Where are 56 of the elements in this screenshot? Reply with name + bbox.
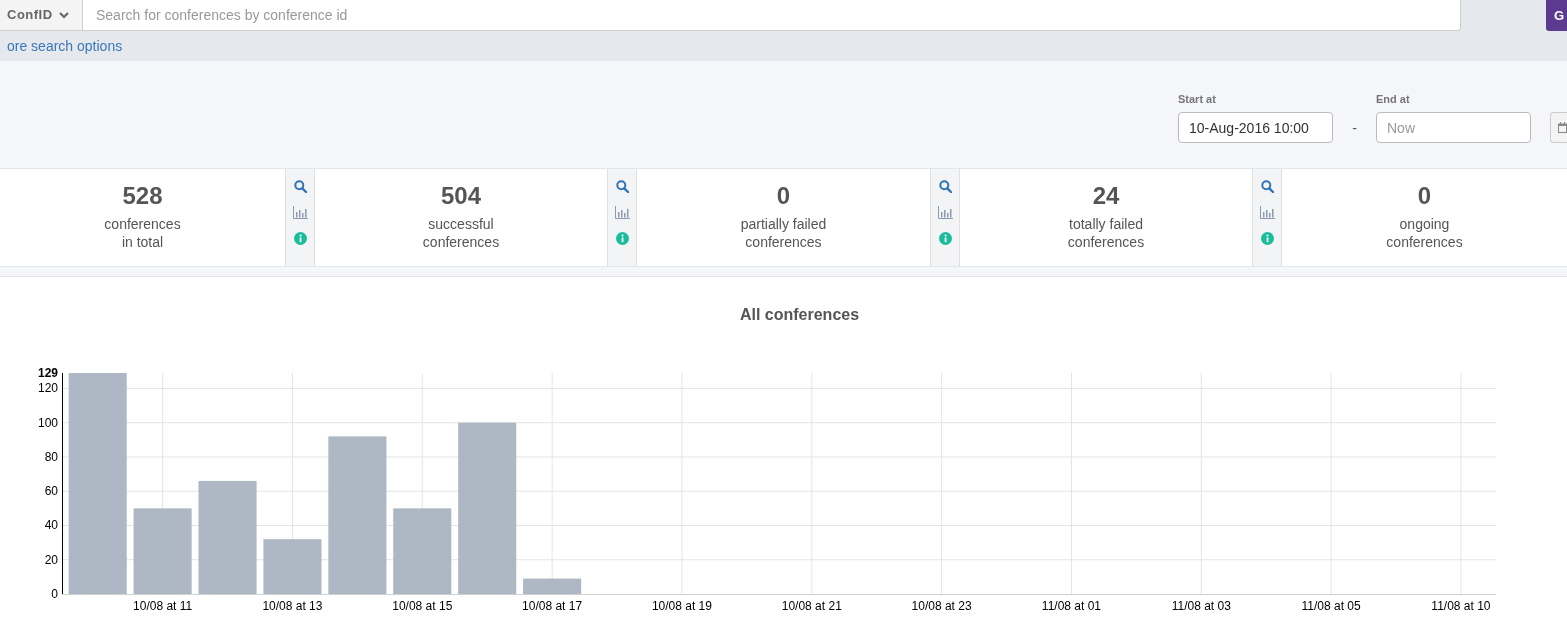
y-tick-label: 60 bbox=[44, 484, 58, 499]
y-tick-label: 120 bbox=[37, 381, 58, 396]
end-at-label: End at bbox=[1376, 93, 1410, 106]
x-tick-label: 11/08 at 01 bbox=[1041, 599, 1102, 613]
stat-value: 24 bbox=[1092, 182, 1120, 210]
search-icon[interactable] bbox=[293, 180, 307, 193]
y-tick-label: 80 bbox=[44, 449, 58, 464]
bar-chart-icon[interactable] bbox=[1259, 206, 1275, 219]
stat-value: 0 bbox=[776, 182, 791, 210]
date-separator: - bbox=[1352, 119, 1357, 136]
search-field[interactable]: Search for conferences by conference id bbox=[83, 0, 1461, 31]
search-icon[interactable] bbox=[1260, 180, 1274, 193]
stat-value: 528 bbox=[122, 182, 163, 210]
stat-value: 0 bbox=[1417, 182, 1432, 210]
end-date-field[interactable]: Now bbox=[1376, 112, 1531, 143]
x-tick-label: 10/08 at 13 bbox=[262, 599, 323, 613]
y-tick-label: 129 bbox=[37, 366, 58, 380]
bar-chart-icon[interactable] bbox=[292, 206, 308, 219]
x-tick-label: 11/08 at 05 bbox=[1301, 599, 1361, 613]
chevron-down-icon bbox=[58, 11, 69, 19]
bar bbox=[523, 578, 582, 594]
info-icon[interactable] bbox=[615, 232, 629, 245]
info-icon[interactable] bbox=[938, 232, 952, 245]
search-icon[interactable] bbox=[938, 180, 952, 193]
info-icon[interactable] bbox=[1260, 232, 1274, 245]
filter-dropdown[interactable]: ConfID bbox=[0, 0, 83, 31]
y-tick-label: 20 bbox=[44, 552, 58, 567]
bar-chart-icon[interactable] bbox=[614, 206, 630, 219]
x-tick-label: 11/08 at 10 bbox=[1431, 599, 1491, 613]
more-search-options-link[interactable]: ore search options bbox=[7, 37, 123, 55]
x-tick-label: 10/08 at 21 bbox=[781, 599, 842, 613]
x-tick-label: 10/08 at 23 bbox=[911, 599, 972, 613]
stat-value: 504 bbox=[440, 182, 481, 210]
y-tick-label: 40 bbox=[44, 518, 58, 533]
x-tick-label: 10/08 at 19 bbox=[651, 599, 712, 613]
calendar-button[interactable] bbox=[1550, 112, 1567, 143]
bar bbox=[263, 539, 322, 594]
calendar-icon bbox=[1558, 122, 1567, 133]
stat-label: successful conferences bbox=[422, 215, 500, 251]
stat-label: partially failed conferences bbox=[740, 215, 827, 251]
x-tick-label: 10/08 at 17 bbox=[522, 599, 583, 613]
x-tick-label: 11/08 at 03 bbox=[1171, 599, 1231, 613]
search-icon[interactable] bbox=[615, 180, 629, 193]
stat-label: totally failed conferences bbox=[1067, 215, 1145, 251]
start-date-field[interactable]: 10-Aug-2016 10:00 bbox=[1178, 112, 1333, 143]
stat-label: conferences in total bbox=[104, 215, 181, 251]
start-at-label: Start at bbox=[1178, 93, 1216, 106]
x-tick-label: 10/08 at 15 bbox=[392, 599, 453, 613]
y-tick-label: 100 bbox=[37, 415, 58, 430]
y-tick-label: 0 bbox=[51, 587, 58, 601]
bar-chart-icon[interactable] bbox=[937, 206, 953, 219]
go-button[interactable]: G bbox=[1546, 0, 1567, 31]
stat-label: ongoing conferences bbox=[1386, 215, 1463, 251]
info-icon[interactable] bbox=[293, 232, 307, 245]
x-tick-label: 10/08 at 11 bbox=[133, 599, 193, 613]
chart-title: All conferences bbox=[739, 305, 860, 325]
